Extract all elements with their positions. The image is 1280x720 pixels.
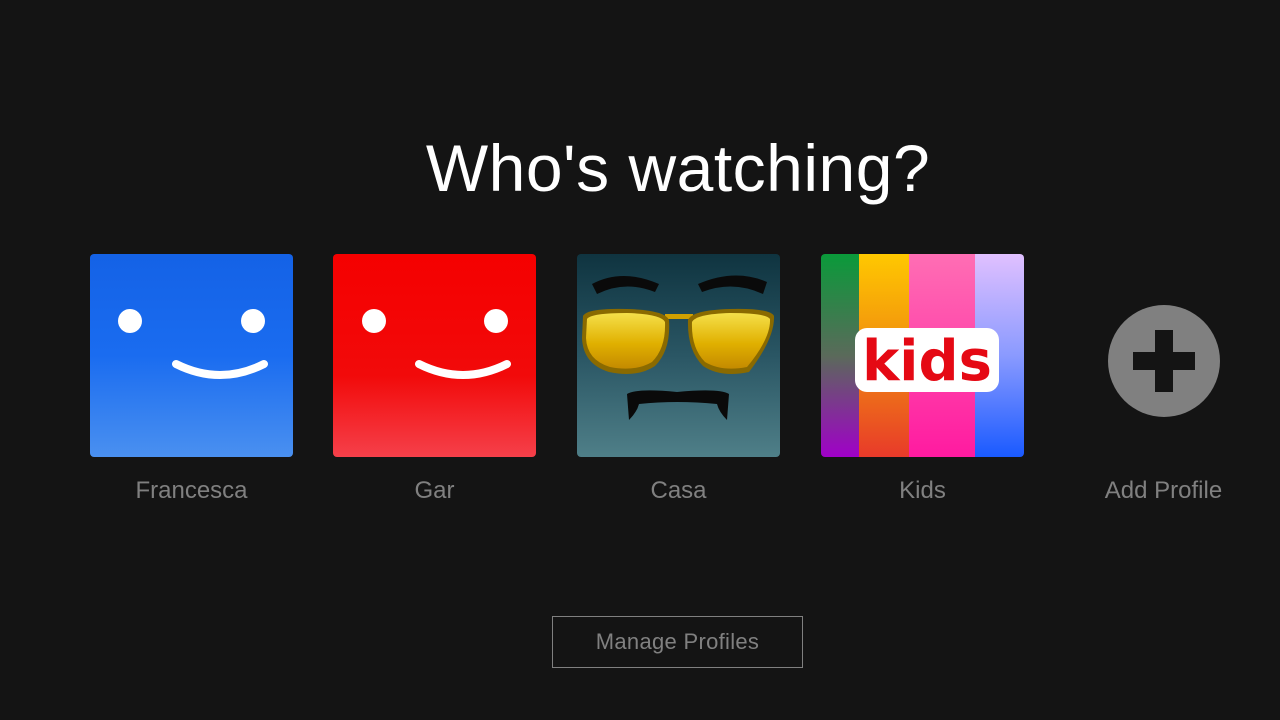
- add-profile-label: Add Profile: [1104, 477, 1223, 504]
- profile-francesca[interactable]: Francesca: [90, 254, 293, 504]
- kids-logo-text: kids: [862, 329, 992, 394]
- profile-casa[interactable]: Casa: [577, 254, 780, 504]
- smiley-red-avatar-icon[interactable]: [333, 254, 536, 457]
- page-title: Who's watching?: [425, 131, 931, 205]
- kids-avatar-icon[interactable]: kids: [821, 254, 1024, 457]
- sunglasses-mustache-avatar-icon[interactable]: [577, 254, 780, 457]
- profile-gar[interactable]: Gar: [333, 254, 536, 504]
- profile-name: Casa: [650, 477, 707, 504]
- plus-circle-icon[interactable]: [1108, 305, 1220, 417]
- manage-profiles-button[interactable]: Manage Profiles: [552, 616, 803, 668]
- profile-name: Francesca: [135, 477, 248, 504]
- profile-kids[interactable]: kids Kids: [821, 254, 1024, 504]
- profile-selection-screen: Who's watching? Francesca Gar Casa kids …: [0, 0, 1280, 720]
- smiley-blue-avatar-icon[interactable]: [90, 254, 293, 457]
- profile-name: Gar: [414, 477, 455, 504]
